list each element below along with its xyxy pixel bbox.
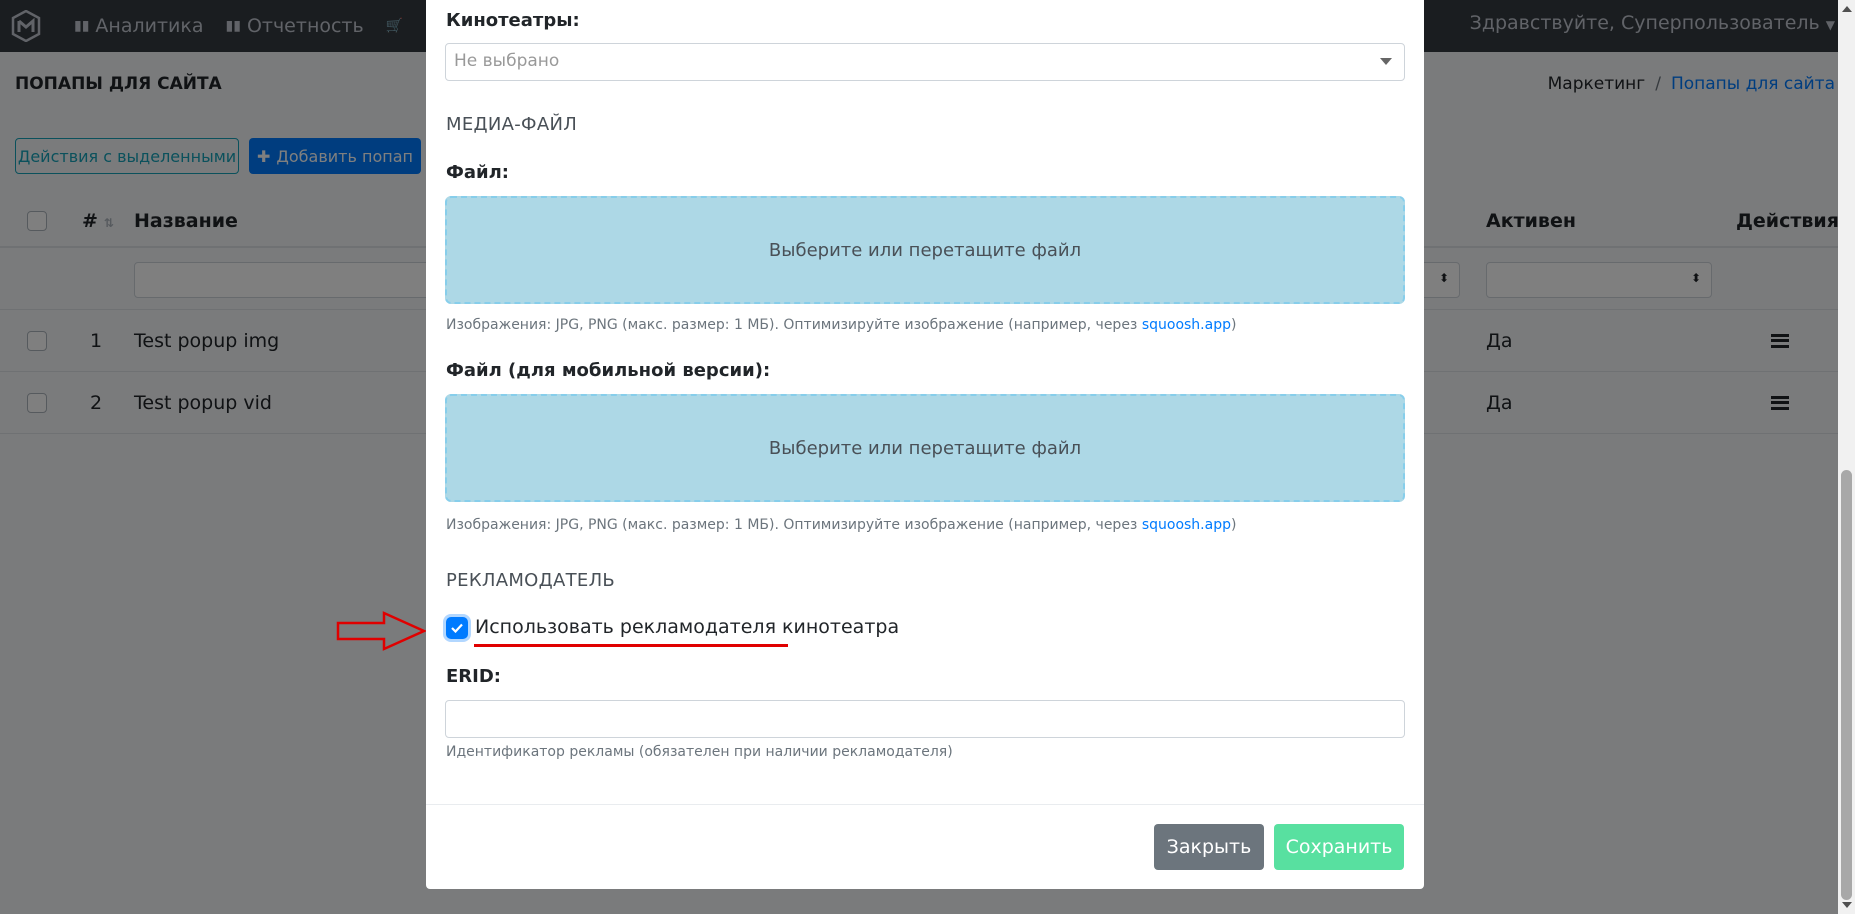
annotation-underline (474, 644, 788, 647)
file-mobile-help-text: Изображения: JPG, PNG (макс. размер: 1 М… (446, 517, 1236, 533)
chevron-down-icon (1380, 58, 1392, 65)
annotation-arrow-icon (336, 611, 428, 651)
cinemas-label: Кинотеатры: (446, 10, 580, 31)
squoosh-link[interactable]: squoosh.app (1142, 317, 1231, 333)
advertiser-section-title: РЕКЛАМОДАТЕЛЬ (446, 570, 616, 591)
close-button[interactable]: Закрыть (1154, 824, 1264, 870)
cinemas-select[interactable]: Не выбрано (445, 43, 1405, 81)
squoosh-link[interactable]: squoosh.app (1142, 517, 1231, 533)
modal-footer-divider (426, 804, 1424, 805)
help-prefix: Изображения: JPG, PNG (макс. размер: 1 М… (446, 317, 1142, 333)
page-scrollbar[interactable] (1838, 0, 1855, 914)
file-help-text: Изображения: JPG, PNG (макс. размер: 1 М… (446, 317, 1236, 333)
erid-help-text: Идентификатор рекламы (обязателен при на… (446, 744, 953, 760)
cinemas-select-value: Не выбрано (454, 51, 560, 71)
help-suffix: ) (1230, 517, 1237, 533)
erid-input[interactable] (445, 700, 1405, 738)
use-advertiser-label[interactable]: Использовать рекламодателя кинотеатра (475, 616, 899, 638)
save-button[interactable]: Сохранить (1274, 824, 1404, 870)
file-dropzone[interactable]: Выберите или перетащите файл (445, 196, 1405, 304)
checkmark-icon (451, 623, 463, 633)
media-section-title: МЕДИА-ФАЙЛ (446, 114, 578, 135)
help-prefix: Изображения: JPG, PNG (макс. размер: 1 М… (446, 517, 1142, 533)
file-label: Файл: (446, 162, 509, 183)
file-mobile-label: Файл (для мобильной версии): (446, 360, 771, 381)
popup-edit-modal: Кинотеатры: Не выбрано МЕДИА-ФАЙЛ Файл: … (426, 0, 1424, 889)
scrollbar-thumb[interactable] (1841, 470, 1852, 900)
use-advertiser-checkbox[interactable] (446, 617, 468, 639)
help-suffix: ) (1230, 317, 1237, 333)
erid-label: ERID: (446, 666, 501, 687)
scroll-down-icon[interactable] (1842, 902, 1852, 908)
file-mobile-dropzone[interactable]: Выберите или перетащите файл (445, 394, 1405, 502)
scroll-up-icon[interactable] (1842, 6, 1852, 12)
